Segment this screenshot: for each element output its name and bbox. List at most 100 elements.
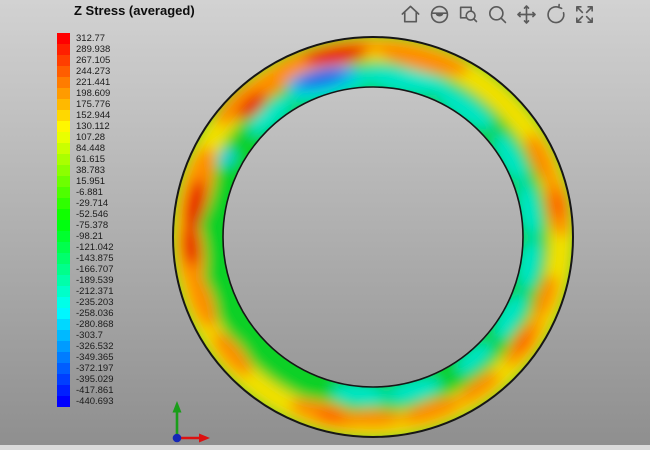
legend-swatch — [57, 198, 70, 209]
legend-value: 198.609 — [76, 88, 110, 99]
zoom-button[interactable] — [486, 3, 509, 26]
legend-swatch — [57, 330, 70, 341]
pan-icon — [515, 3, 538, 26]
legend-row: -6.881 — [57, 187, 114, 198]
legend-value: 107.28 — [76, 132, 105, 143]
legend-swatch — [57, 165, 70, 176]
legend-value: -372.197 — [76, 363, 114, 374]
x-axis-arrowhead — [199, 434, 210, 443]
zoom-selection-button[interactable] — [457, 3, 480, 26]
legend-value: 221.441 — [76, 77, 110, 88]
legend-row: -52.546 — [57, 209, 114, 220]
legend-row: -440.693 — [57, 396, 114, 407]
home-icon — [399, 3, 422, 26]
legend-row: 152.944 — [57, 110, 114, 121]
look-at-button[interactable] — [428, 3, 451, 26]
legend-value: -52.546 — [76, 209, 108, 220]
legend-value: -395.029 — [76, 374, 114, 385]
legend-swatch — [57, 396, 70, 407]
legend-row: -98.21 — [57, 231, 114, 242]
legend-swatch — [57, 33, 70, 44]
legend-swatch — [57, 143, 70, 154]
legend-row: 267.105 — [57, 55, 114, 66]
legend-value: 244.273 — [76, 66, 110, 77]
legend-swatch — [57, 88, 70, 99]
legend-swatch — [57, 264, 70, 275]
legend-value: -349.365 — [76, 352, 114, 363]
window-edge — [0, 445, 650, 450]
legend-swatch — [57, 374, 70, 385]
legend-value: -75.378 — [76, 220, 108, 231]
contour-field — [150, 10, 600, 450]
zoom-selection-icon — [457, 3, 480, 26]
zoom-fit-button[interactable] — [573, 3, 596, 26]
legend-value: 152.944 — [76, 110, 110, 121]
home-button[interactable] — [399, 3, 422, 26]
contour-legend: 312.77289.938267.105244.273221.441198.60… — [57, 33, 114, 407]
legend-swatch — [57, 66, 70, 77]
legend-swatch — [57, 154, 70, 165]
legend-row: -303.7 — [57, 330, 114, 341]
legend-swatch — [57, 286, 70, 297]
legend-swatch — [57, 319, 70, 330]
result-title: Z Stress (averaged) — [74, 3, 195, 18]
legend-value: 15.951 — [76, 176, 105, 187]
rotate-button[interactable] — [544, 3, 567, 26]
legend-value: -143.875 — [76, 253, 114, 264]
legend-value: -121.042 — [76, 242, 114, 253]
legend-value: -189.539 — [76, 275, 114, 286]
legend-swatch — [57, 231, 70, 242]
legend-value: -235.203 — [76, 297, 114, 308]
legend-swatch — [57, 363, 70, 374]
legend-row: 198.609 — [57, 88, 114, 99]
legend-value: 289.938 — [76, 44, 110, 55]
legend-swatch — [57, 297, 70, 308]
legend-value: -440.693 — [76, 396, 114, 407]
legend-value: -258.036 — [76, 308, 114, 319]
legend-row: -235.203 — [57, 297, 114, 308]
zoom-icon — [486, 3, 509, 26]
legend-value: 312.77 — [76, 33, 105, 44]
legend-value: -98.21 — [76, 231, 103, 242]
legend-row: -280.868 — [57, 319, 114, 330]
legend-value: -29.714 — [76, 198, 108, 209]
legend-rows: 312.77289.938267.105244.273221.441198.60… — [57, 33, 114, 407]
legend-row: 107.28 — [57, 132, 114, 143]
legend-row: -166.707 — [57, 264, 114, 275]
legend-swatch — [57, 44, 70, 55]
orientation-triad[interactable] — [159, 396, 215, 450]
legend-row: -29.714 — [57, 198, 114, 209]
legend-row: -372.197 — [57, 363, 114, 374]
legend-row: -258.036 — [57, 308, 114, 319]
legend-value: 61.615 — [76, 154, 105, 165]
legend-swatch — [57, 341, 70, 352]
legend-value: -6.881 — [76, 187, 103, 198]
legend-row: 175.776 — [57, 99, 114, 110]
legend-value: -280.868 — [76, 319, 114, 330]
legend-swatch — [57, 253, 70, 264]
pan-button[interactable] — [515, 3, 538, 26]
legend-row: -189.539 — [57, 275, 114, 286]
legend-swatch — [57, 275, 70, 286]
legend-row: 61.615 — [57, 154, 114, 165]
legend-swatch — [57, 385, 70, 396]
legend-swatch — [57, 352, 70, 363]
legend-row: 130.112 — [57, 121, 114, 132]
rotate-icon — [544, 3, 567, 26]
legend-swatch — [57, 242, 70, 253]
ring-inner-edge — [223, 87, 523, 387]
zoom-fit-icon — [573, 3, 596, 26]
legend-value: -166.707 — [76, 264, 114, 275]
legend-row: 244.273 — [57, 66, 114, 77]
legend-swatch — [57, 220, 70, 231]
legend-row: -212.371 — [57, 286, 114, 297]
z-axis-dot — [173, 434, 182, 443]
legend-swatch — [57, 77, 70, 88]
legend-swatch — [57, 176, 70, 187]
legend-row: -417.861 — [57, 385, 114, 396]
legend-row: -121.042 — [57, 242, 114, 253]
legend-swatch — [57, 187, 70, 198]
view-toolbar — [399, 3, 596, 26]
legend-value: -212.371 — [76, 286, 114, 297]
legend-row: 221.441 — [57, 77, 114, 88]
